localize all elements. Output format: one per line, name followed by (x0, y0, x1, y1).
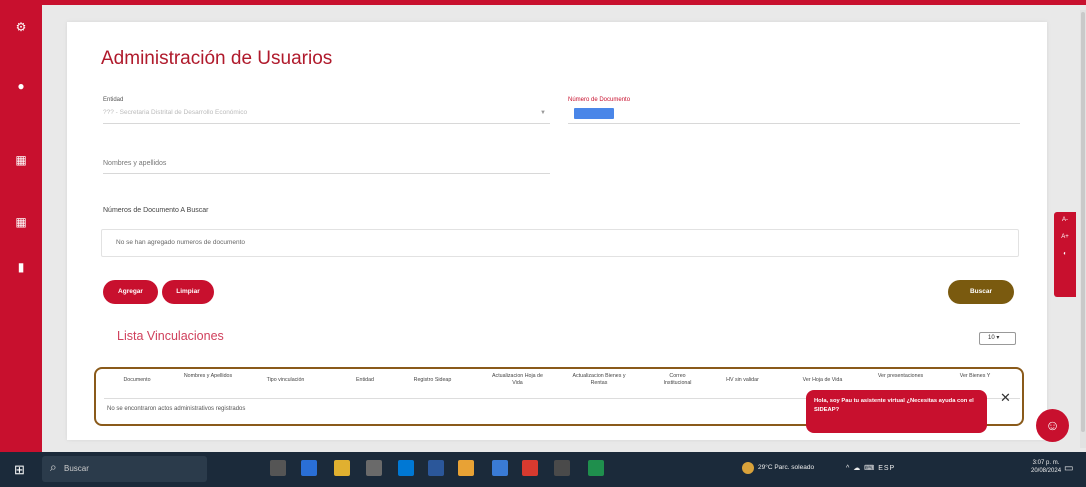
taskbar-search[interactable]: ⌕ Buscar (42, 456, 207, 482)
th-presentaciones[interactable]: Ver presentaciones (868, 373, 933, 380)
increase-font-button[interactable]: A+ (1054, 229, 1076, 246)
th-documento[interactable]: Documento (112, 377, 162, 384)
page-size-value: 10 (988, 335, 995, 341)
store-icon[interactable] (366, 460, 382, 476)
user-icon[interactable]: ● (13, 78, 29, 94)
page-scrollbar-thumb[interactable] (1081, 12, 1085, 432)
outlook-icon[interactable] (398, 460, 414, 476)
th-registro[interactable]: Registro Sideap (405, 377, 460, 384)
left-sidebar: ⚙ ● ▦ ▦ ▮ (0, 0, 42, 452)
nombres-field[interactable]: Nombres y apellidos (103, 156, 550, 174)
page-title: Administración de Usuarios (101, 48, 333, 69)
chat-message: Hola, soy Pau tu asistente virtual ¿Nece… (814, 398, 974, 413)
close-icon[interactable]: ✕ (1000, 390, 1011, 406)
buscar-button[interactable]: Buscar (948, 280, 1014, 304)
entidad-field[interactable]: Entidad ??? - Secretaria Distrital de De… (103, 97, 550, 124)
numero-documento-field[interactable]: Número de Documento (568, 97, 1020, 124)
th-ver-hoja[interactable]: Ver Hoja de Vida (790, 377, 855, 384)
table-empty-message: No se encontraron actos administrativos … (107, 406, 246, 412)
search-icon: ⌕ (50, 460, 57, 474)
th-ver-bienes[interactable]: Ver Bienes Y (950, 373, 1000, 380)
contrast-button[interactable]: ◐ (1054, 246, 1076, 263)
taskbar-clock[interactable]: 3:07 p. m. 20/08/2024 (1031, 459, 1061, 475)
documentos-empty-text: No se han agregado numeros de documento (116, 239, 246, 246)
word-icon[interactable] (428, 460, 444, 476)
th-correo[interactable]: Correo Institucional (655, 373, 700, 387)
excel-icon[interactable] (588, 460, 604, 476)
chat-bubble[interactable]: Hola, soy Pau tu asistente virtual ¿Nece… (806, 390, 987, 433)
acrobat-icon[interactable] (522, 460, 538, 476)
numero-documento-label: Número de Documento (568, 97, 631, 103)
weather-icon[interactable] (742, 462, 754, 474)
th-hv-sin-validar[interactable]: HV sin validar (715, 377, 770, 384)
calendar-icon-2[interactable]: ▦ (13, 214, 29, 230)
weather-text[interactable]: 29°C Parc. soleado (758, 464, 814, 471)
chrome-icon[interactable] (458, 460, 474, 476)
documentos-buscar-label: Números de Documento A Buscar (103, 207, 209, 214)
decrease-font-button[interactable]: A- (1054, 212, 1076, 229)
file-explorer-icon[interactable] (334, 460, 350, 476)
notification-icon[interactable]: ▭ (1064, 463, 1073, 474)
clock-date: 20/08/2024 (1031, 468, 1062, 474)
agregar-button[interactable]: Agregar (103, 280, 158, 304)
taskbar-search-text: Buscar (64, 464, 89, 473)
page-size-select[interactable]: 10 ▾ (979, 332, 1016, 345)
accessibility-panel: A- A+ ◐ (1054, 212, 1076, 297)
document-icon[interactable]: ▮ (13, 259, 29, 275)
entidad-label: Entidad (103, 97, 124, 103)
chat-avatar-icon[interactable]: ☺ (1036, 409, 1069, 442)
limpiar-button[interactable]: Limpiar (162, 280, 214, 304)
th-bienes-rentas[interactable]: Actualizacion Bienes y Rentas (568, 373, 630, 387)
clock-time: 3:07 p. m. (1032, 460, 1060, 466)
settings-icon[interactable]: ⚙ (13, 19, 29, 35)
calculator-icon[interactable] (554, 460, 570, 476)
chevron-down-icon[interactable]: ▼ (540, 110, 546, 116)
calendar-icon[interactable]: ▦ (13, 152, 29, 168)
windows-icon[interactable]: ⊞ (14, 462, 25, 478)
task-view-icon[interactable] (270, 460, 286, 476)
th-tipo[interactable]: Tipo vinculación (258, 377, 313, 384)
system-tray[interactable]: ^ ☁ ⌨ ESP (846, 464, 895, 472)
nombres-placeholder: Nombres y apellidos (103, 160, 167, 167)
entidad-value: ??? - Secretaria Distrital de Desarrollo… (103, 109, 248, 116)
section-title: Lista Vinculaciones (117, 329, 224, 343)
edge-icon[interactable] (301, 460, 317, 476)
documentos-list-box: No se han agregado numeros de documento (101, 229, 1019, 257)
teams-icon[interactable] (492, 460, 508, 476)
th-nombres[interactable]: Nombres y Apellidos (183, 373, 233, 380)
redacted-value (574, 108, 614, 119)
th-hoja-vida[interactable]: Actualizacion Hoja de Vida (490, 373, 545, 387)
th-entidad[interactable]: Entidad (345, 377, 385, 384)
taskbar: ⊞ ⌕ Buscar 29°C Parc. soleado ^ ☁ ⌨ ESP … (0, 452, 1086, 487)
top-strip (42, 0, 1086, 5)
